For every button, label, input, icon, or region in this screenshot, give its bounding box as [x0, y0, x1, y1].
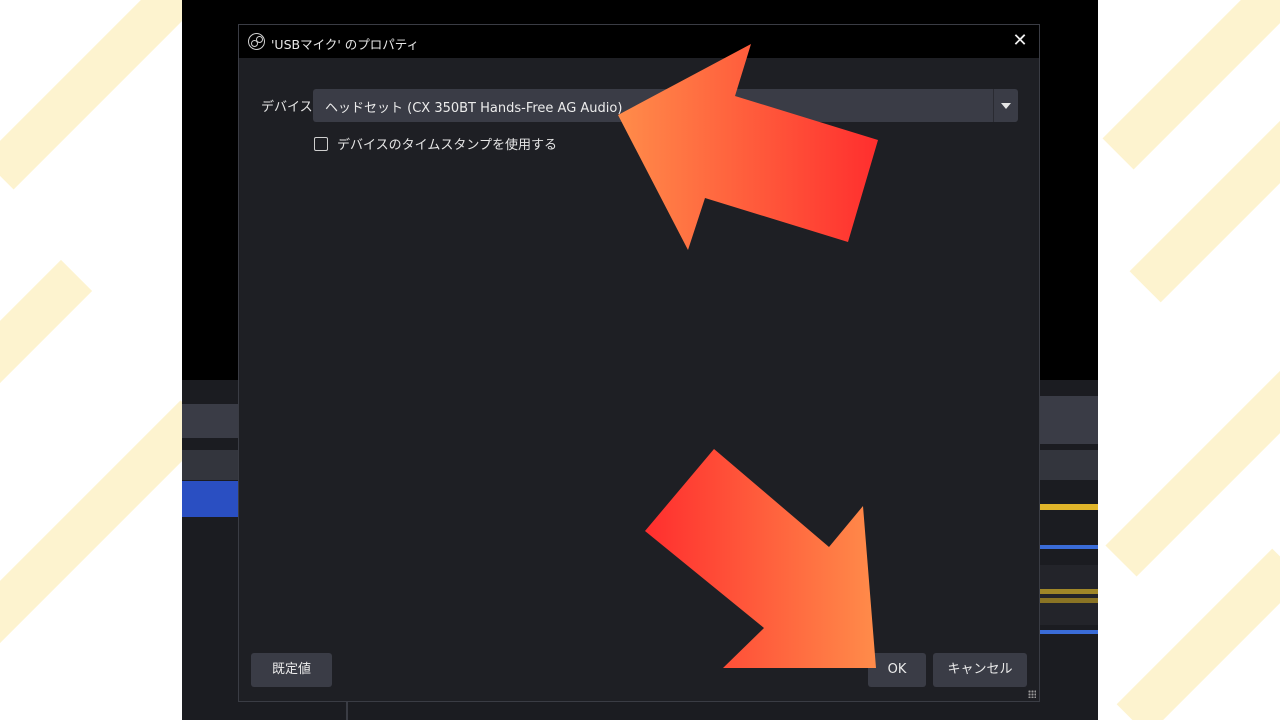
obs-mixer-row	[1040, 565, 1098, 625]
chevron-down-icon[interactable]	[1001, 103, 1011, 109]
timestamp-checkbox[interactable]	[314, 136, 328, 151]
obs-meter-bar	[1040, 545, 1098, 549]
dialog-titlebar: 'USBマイク' のプロパティ ✕	[239, 25, 1039, 58]
cancel-button[interactable]: キャンセル	[933, 653, 1027, 687]
obs-logo-icon	[248, 33, 265, 50]
obs-meter-bar	[1040, 630, 1098, 634]
decor-stripe	[1102, 0, 1280, 170]
resize-grip-icon[interactable]	[1028, 690, 1036, 698]
obs-list-header	[182, 450, 238, 480]
device-select-value: ヘッドセット (CX 350BT Hands-Free AG Audio)	[325, 101, 623, 116]
device-label: デバイス	[261, 100, 313, 115]
obs-list-header	[1040, 450, 1098, 480]
obs-panel-header	[182, 404, 238, 438]
obs-divider	[346, 700, 348, 720]
decor-stripe	[0, 0, 198, 190]
obs-panel-header	[1040, 396, 1098, 444]
close-icon[interactable]: ✕	[1009, 30, 1031, 52]
obs-meter-bar	[1040, 589, 1098, 594]
defaults-button[interactable]: 既定値	[251, 653, 332, 687]
obs-meter-bar	[1040, 504, 1098, 510]
ok-button[interactable]: OK	[868, 653, 926, 687]
decor-stripe	[1105, 347, 1280, 577]
obs-meter-bar	[1040, 598, 1098, 603]
device-select[interactable]: ヘッドセット (CX 350BT Hands-Free AG Audio)	[313, 89, 1018, 122]
decor-stripe	[1116, 548, 1280, 720]
obs-selected-row	[182, 481, 238, 517]
select-divider	[993, 89, 994, 122]
decor-stripe	[0, 400, 212, 644]
dialog-title: 'USBマイク' のプロパティ	[271, 37, 420, 52]
properties-dialog: 'USBマイク' のプロパティ ✕ デバイス ヘッドセット (CX 350BT …	[238, 24, 1040, 702]
timestamp-checkbox-label: デバイスのタイムスタンプを使用する	[337, 138, 557, 153]
timestamp-checkbox-row[interactable]: デバイスのタイムスタンプを使用する	[314, 134, 557, 153]
decor-stripe	[0, 259, 93, 405]
